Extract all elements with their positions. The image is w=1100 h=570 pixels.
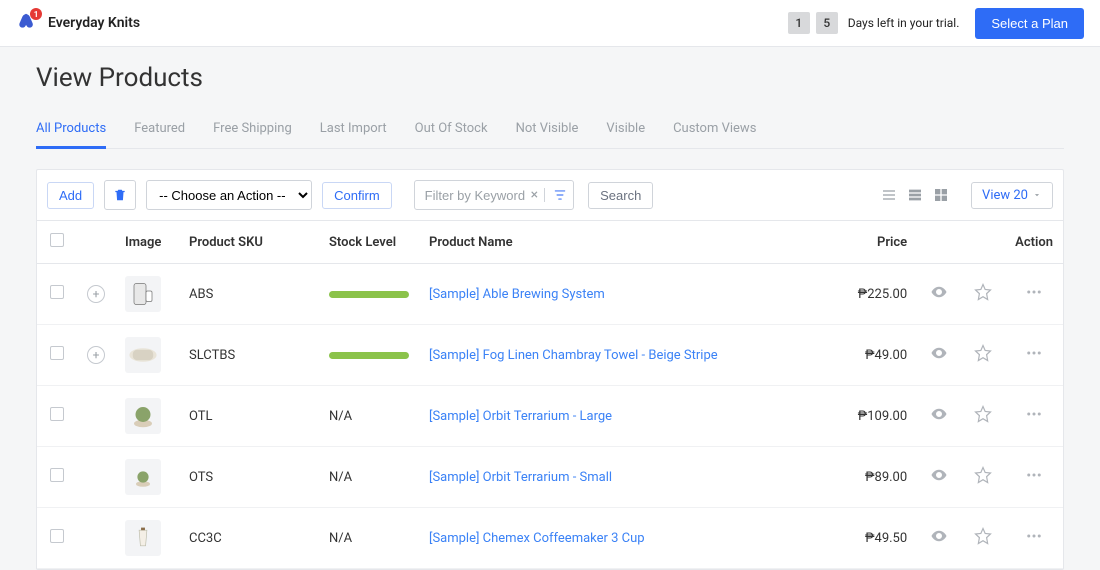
col-price: Price xyxy=(827,221,917,264)
view-count-dropdown[interactable]: View 20 xyxy=(971,182,1053,209)
col-image: Image xyxy=(115,221,179,264)
cell-stock: N/A xyxy=(319,386,419,447)
row-checkbox[interactable] xyxy=(50,529,64,543)
delete-button[interactable] xyxy=(104,180,136,210)
cell-stock: N/A xyxy=(319,508,419,569)
col-sku: Product SKU xyxy=(179,221,319,264)
product-name-link[interactable]: [Sample] Orbit Terrarium - Large xyxy=(429,409,612,424)
cell-price: ₱49.00 xyxy=(827,325,917,386)
trial-counter: 1 5 Days left in your trial. xyxy=(788,12,960,34)
visibility-icon[interactable] xyxy=(930,283,948,301)
tab-last-import[interactable]: Last Import xyxy=(320,115,387,148)
view-grid-icon[interactable] xyxy=(933,187,949,203)
add-button[interactable]: Add xyxy=(47,182,94,209)
visibility-icon[interactable] xyxy=(930,344,948,362)
product-thumbnail xyxy=(125,276,161,312)
tab-all-products[interactable]: All Products xyxy=(36,115,106,149)
cell-price: ₱89.00 xyxy=(827,447,917,508)
cell-stock xyxy=(319,264,419,325)
view-list-dense-icon[interactable] xyxy=(881,187,897,203)
more-actions-icon[interactable] xyxy=(1025,527,1043,545)
filter-input[interactable] xyxy=(425,188,525,203)
cell-price: ₱49.50 xyxy=(827,508,917,569)
clear-filter-icon[interactable]: × xyxy=(525,187,544,203)
table-row: + SLCTBS [Sample] Fog Linen Chambray Towel… xyxy=(37,325,1063,386)
more-actions-icon[interactable] xyxy=(1025,344,1043,362)
product-thumbnail xyxy=(125,520,161,556)
view-list-icon[interactable] xyxy=(907,187,923,203)
product-name-link[interactable]: [Sample] Fog Linen Chambray Towel - Beig… xyxy=(429,348,718,363)
stock-bar xyxy=(329,352,409,359)
star-icon[interactable] xyxy=(974,344,992,362)
products-panel: Add -- Choose an Action -- Confirm × Sea… xyxy=(36,169,1064,570)
visibility-icon[interactable] xyxy=(930,527,948,545)
brand-wrap: 1 Everyday Knits xyxy=(16,12,140,34)
row-checkbox[interactable] xyxy=(50,285,64,299)
visibility-icon[interactable] xyxy=(930,466,948,484)
page-title: View Products xyxy=(36,63,1064,93)
product-thumbnail xyxy=(125,337,161,373)
row-checkbox[interactable] xyxy=(50,407,64,421)
star-icon[interactable] xyxy=(974,527,992,545)
filter-funnel-icon[interactable] xyxy=(544,188,567,202)
cell-sku: OTS xyxy=(179,447,319,508)
view-count-label: View 20 xyxy=(982,188,1028,203)
star-icon[interactable] xyxy=(974,283,992,301)
visibility-icon[interactable] xyxy=(930,405,948,423)
expand-button[interactable]: + xyxy=(87,346,105,364)
expand-button[interactable]: + xyxy=(87,285,105,303)
confirm-button[interactable]: Confirm xyxy=(322,182,392,209)
product-thumbnail xyxy=(125,398,161,434)
star-icon[interactable] xyxy=(974,466,992,484)
table-row: + ABS [Sample] Able Brewing System ₱225.00 xyxy=(37,264,1063,325)
stock-bar xyxy=(329,291,409,298)
product-name-link[interactable]: [Sample] Chemex Coffeemaker 3 Cup xyxy=(429,531,645,546)
table-row: OTSN/A [Sample] Orbit Terrarium - Small ₱8… xyxy=(37,447,1063,508)
search-button[interactable]: Search xyxy=(588,182,653,209)
tab-custom-views[interactable]: Custom Views xyxy=(673,115,756,148)
trial-digit-2: 5 xyxy=(816,12,838,34)
col-stock: Stock Level xyxy=(319,221,419,264)
tab-visible[interactable]: Visible xyxy=(606,115,645,148)
table-row: OTLN/A [Sample] Orbit Terrarium - Large ₱1… xyxy=(37,386,1063,447)
tab-free-shipping[interactable]: Free Shipping xyxy=(213,115,292,148)
tabs: All Products Featured Free Shipping Last Im… xyxy=(36,115,1064,149)
star-icon[interactable] xyxy=(974,405,992,423)
more-actions-icon[interactable] xyxy=(1025,283,1043,301)
app-logo-icon[interactable]: 1 xyxy=(16,12,38,34)
toolbar: Add -- Choose an Action -- Confirm × Sea… xyxy=(37,170,1063,221)
col-name: Product Name xyxy=(419,221,827,264)
notification-badge: 1 xyxy=(30,8,42,20)
bulk-action-select[interactable]: -- Choose an Action -- xyxy=(146,180,312,210)
cell-sku: CC3C xyxy=(179,508,319,569)
tab-out-of-stock[interactable]: Out Of Stock xyxy=(415,115,488,148)
more-actions-icon[interactable] xyxy=(1025,405,1043,423)
select-plan-button[interactable]: Select a Plan xyxy=(975,8,1084,39)
products-table: Image Product SKU Stock Level Product Na… xyxy=(37,221,1063,569)
table-row: CC3CN/A [Sample] Chemex Coffeemaker 3 Cup… xyxy=(37,508,1063,569)
filter-input-wrap: × xyxy=(414,180,574,210)
product-name-link[interactable]: [Sample] Orbit Terrarium - Small xyxy=(429,470,612,485)
row-checkbox[interactable] xyxy=(50,346,64,360)
trial-digit-1: 1 xyxy=(788,12,810,34)
product-thumbnail xyxy=(125,459,161,495)
topbar: 1 Everyday Knits 1 5 Days left in your t… xyxy=(0,0,1100,47)
cell-sku: SLCTBS xyxy=(179,325,319,386)
more-actions-icon[interactable] xyxy=(1025,466,1043,484)
cell-stock: N/A xyxy=(319,447,419,508)
col-action: Action xyxy=(1005,221,1063,264)
trial-text: Days left in your trial. xyxy=(848,16,960,30)
tab-featured[interactable]: Featured xyxy=(134,115,185,148)
cell-sku: OTL xyxy=(179,386,319,447)
brand-name: Everyday Knits xyxy=(48,15,140,31)
tab-not-visible[interactable]: Not Visible xyxy=(516,115,579,148)
product-name-link[interactable]: [Sample] Able Brewing System xyxy=(429,287,605,302)
cell-price: ₱109.00 xyxy=(827,386,917,447)
cell-sku: ABS xyxy=(179,264,319,325)
row-checkbox[interactable] xyxy=(50,468,64,482)
view-mode-icons xyxy=(881,187,949,203)
cell-price: ₱225.00 xyxy=(827,264,917,325)
select-all-checkbox[interactable] xyxy=(50,233,64,247)
cell-stock xyxy=(319,325,419,386)
